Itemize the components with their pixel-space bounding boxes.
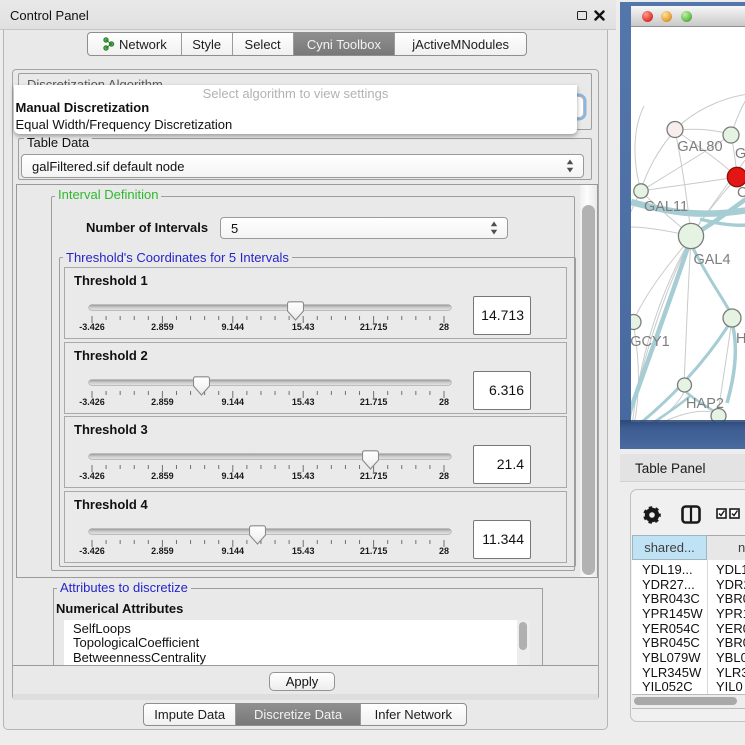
svg-text:GAL4: GAL4 (693, 252, 730, 268)
svg-text:H: H (736, 331, 745, 347)
svg-text:G.: G. (735, 146, 745, 162)
svg-text:GCY1: GCY1 (631, 334, 670, 350)
svg-text:C: C (737, 185, 745, 201)
svg-text:GAL80: GAL80 (677, 139, 722, 155)
svg-text:HAP2: HAP2 (686, 396, 724, 412)
svg-text:GAL11: GAL11 (644, 199, 688, 215)
